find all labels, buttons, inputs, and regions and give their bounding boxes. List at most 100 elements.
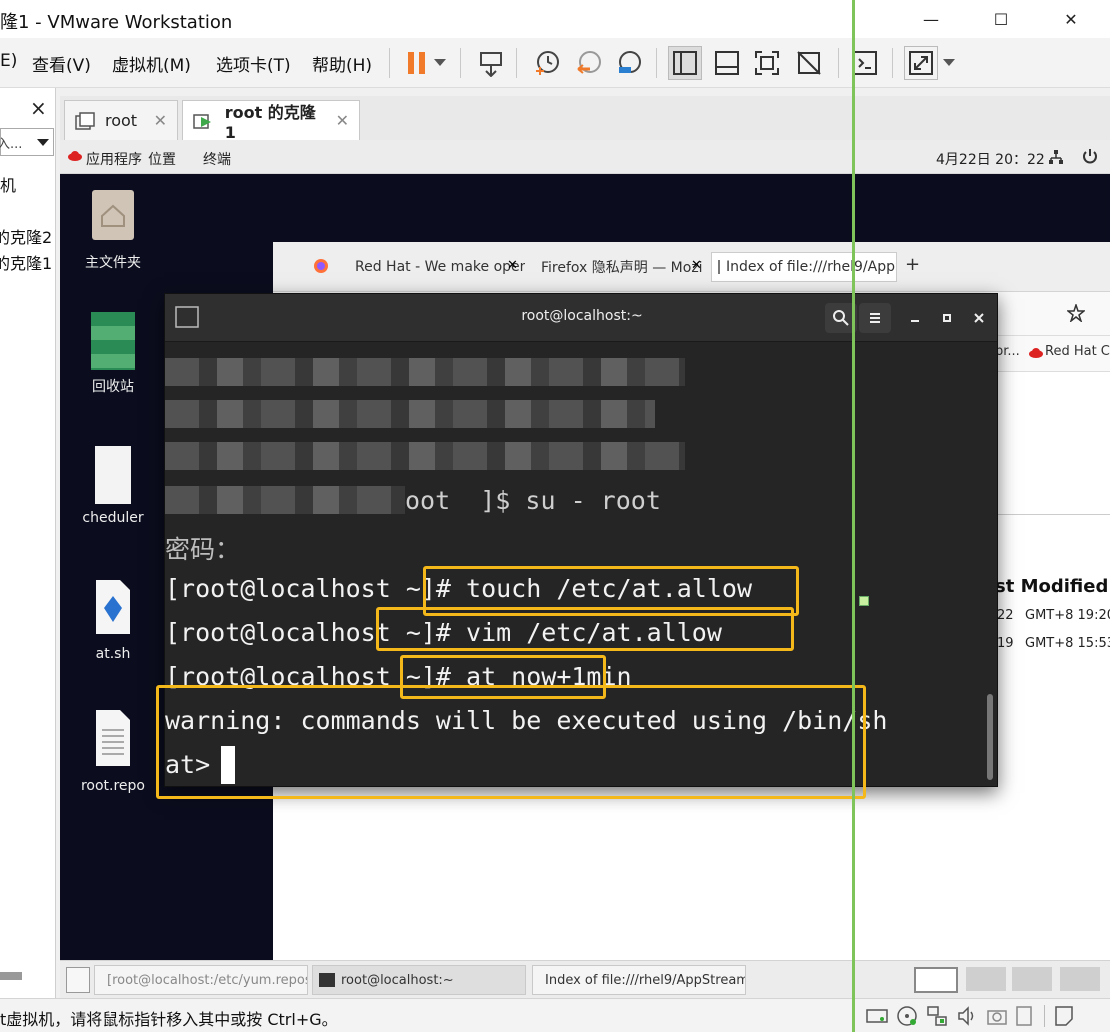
tab-label: root 的克隆1 xyxy=(224,103,316,142)
network-adapter-icon[interactable] xyxy=(926,1005,948,1027)
desktop-trash[interactable]: 回收站 xyxy=(68,312,158,396)
chevron-down-icon[interactable] xyxy=(37,139,49,147)
close-icon[interactable]: ✕ xyxy=(691,258,702,273)
taskbar-item[interactable]: Index of file:///rhel9/AppStream —… xyxy=(532,965,746,995)
workspace-4[interactable] xyxy=(1060,967,1100,991)
camera-icon[interactable] xyxy=(986,1006,1008,1026)
menu-help[interactable]: 帮助(H) xyxy=(312,51,372,76)
sound-icon[interactable] xyxy=(956,1005,978,1027)
status-separator xyxy=(1044,1005,1045,1027)
toolbar-separator xyxy=(838,48,839,78)
terminal-menu[interactable]: 终端 xyxy=(203,149,231,169)
menu-icon[interactable] xyxy=(859,303,891,333)
bookmark-star-icon[interactable] xyxy=(1067,304,1085,322)
printer-icon[interactable] xyxy=(1014,1005,1034,1027)
tab-root-clone-1[interactable]: root 的克隆1 ✕ xyxy=(182,100,360,142)
show-desktop-icon[interactable] xyxy=(66,967,90,993)
library-panel: × 入... 机 的克隆2 的克隆1 xyxy=(0,88,56,998)
close-button[interactable]: ✕ xyxy=(1048,0,1094,38)
obscured-output xyxy=(165,400,655,428)
menu-tabs[interactable]: 选项卡(T) xyxy=(216,51,291,76)
desktop-home-folder[interactable]: 主文件夹 xyxy=(68,186,158,272)
pause-icon[interactable] xyxy=(400,46,434,80)
maximize-icon[interactable] xyxy=(931,303,963,333)
revert-snapshot-icon[interactable] xyxy=(572,46,606,80)
power-icon[interactable] xyxy=(1082,148,1098,166)
library-item-my-computer[interactable]: 机 xyxy=(0,172,16,196)
guest-taskbar: [root@localhost:/etc/yum.repos.d] root@l… xyxy=(60,960,1110,998)
unity-mode-icon[interactable] xyxy=(792,46,826,80)
taskbar-item-active[interactable]: root@localhost:~ xyxy=(312,965,526,995)
menu-vm[interactable]: 虚拟机(M) xyxy=(112,51,191,76)
workspace-1[interactable] xyxy=(914,967,958,993)
places-menu[interactable]: 位置 xyxy=(148,149,176,169)
applications-menu[interactable]: 应用程序 xyxy=(86,149,142,169)
stretch-guest-icon[interactable] xyxy=(904,46,938,80)
desktop-root-repo[interactable]: root.repo xyxy=(68,708,158,794)
trash-icon xyxy=(91,312,135,370)
maximize-button[interactable]: ☐ xyxy=(978,0,1024,38)
close-icon[interactable]: ✕ xyxy=(507,258,518,273)
library-close-icon[interactable]: × xyxy=(30,96,47,120)
network-icon[interactable] xyxy=(1048,149,1064,165)
redhat-icon xyxy=(68,151,82,161)
firefox-tab[interactable]: Red Hat - We make open xyxy=(349,252,525,282)
guest-display[interactable]: 应用程序 位置 终端 4月22日 20：22 主文件夹 回收站 cheduler… xyxy=(60,140,1110,960)
bookmark-item[interactable]: pr... xyxy=(995,344,1020,359)
terminal-header: root@localhost:~ xyxy=(165,294,997,342)
title-bar: 隆1 - VMware Workstation — ☐ ✕ xyxy=(0,0,1110,38)
menu-view[interactable]: 查看(V) xyxy=(32,51,91,76)
window-title: 隆1 - VMware Workstation xyxy=(0,12,233,33)
snapshot-manager-icon[interactable] xyxy=(612,46,646,80)
message-icon[interactable] xyxy=(1054,1005,1074,1027)
bookmark-redhat[interactable]: Red Hat Cor xyxy=(1045,344,1110,359)
gnome-top-bar: 应用程序 位置 终端 4月22日 20：22 xyxy=(60,140,1110,174)
toolbar-separator xyxy=(516,48,517,78)
column-last-modified[interactable]: st Modified xyxy=(995,576,1108,597)
obscured-output xyxy=(165,442,685,470)
workspace-3[interactable] xyxy=(1012,967,1052,991)
toolbar-separator xyxy=(656,48,657,78)
script-file-icon xyxy=(96,580,130,634)
clock[interactable]: 4月22日 20：22 xyxy=(936,149,1045,169)
divider xyxy=(993,514,1110,515)
redhat-icon xyxy=(1029,348,1043,358)
tab-label: root xyxy=(105,111,138,130)
hard-disk-icon[interactable] xyxy=(866,1007,888,1025)
chevron-down-icon[interactable] xyxy=(430,46,450,80)
minimize-icon[interactable] xyxy=(899,303,931,333)
cd-dvd-icon[interactable] xyxy=(896,1005,918,1027)
desktop-scheduler[interactable]: cheduler xyxy=(68,446,158,526)
menu-edit[interactable]: E) xyxy=(0,51,17,71)
minimize-button[interactable]: — xyxy=(908,0,954,38)
close-icon[interactable]: ✕ xyxy=(154,111,167,130)
chevron-down-icon[interactable] xyxy=(940,46,958,80)
thumbnail-bar-icon[interactable] xyxy=(710,46,744,80)
close-icon[interactable]: ✕ xyxy=(336,111,349,130)
vm-running-icon xyxy=(193,113,211,129)
resize-handle[interactable] xyxy=(859,596,869,606)
desktop-at-sh[interactable]: at.sh xyxy=(68,578,158,662)
status-message: t虚拟机，请将鼠标指针移入其中或按 Ctrl+G。 xyxy=(0,1010,338,1029)
send-keys-icon[interactable] xyxy=(474,46,508,80)
tab-root[interactable]: root ✕ xyxy=(64,100,178,140)
sidebar-view-icon[interactable] xyxy=(668,46,702,80)
library-item-clone-2[interactable]: 的克隆2 xyxy=(0,224,52,248)
library-search-input[interactable]: 入... xyxy=(0,128,54,156)
taskbar-item[interactable]: [root@localhost:/etc/yum.repos.d] xyxy=(94,965,308,995)
firefox-tab-active[interactable]: Index of file:///rhel9/AppS xyxy=(711,252,897,282)
firefox-tab[interactable]: Firefox 隐私声明 — Mozil xyxy=(535,252,703,282)
terminal-scrollbar[interactable] xyxy=(987,694,993,780)
library-scrollbar[interactable] xyxy=(0,972,22,980)
library-item-clone-1[interactable]: 的克隆1 xyxy=(0,250,52,274)
workspace-2[interactable] xyxy=(966,967,1006,991)
firefox-icon[interactable] xyxy=(313,258,329,274)
row-modified: GMT+8 19:20:4 xyxy=(1025,608,1110,623)
close-icon[interactable] xyxy=(963,303,995,333)
highlight-box xyxy=(156,685,866,799)
file-icon xyxy=(95,446,131,504)
full-screen-icon[interactable] xyxy=(750,46,784,80)
snapshot-icon[interactable] xyxy=(530,46,564,80)
firefox-tab-bar: Red Hat - We make open ✕ Firefox 隐私声明 — … xyxy=(273,242,1110,292)
new-tab-icon[interactable]: + xyxy=(905,254,920,275)
